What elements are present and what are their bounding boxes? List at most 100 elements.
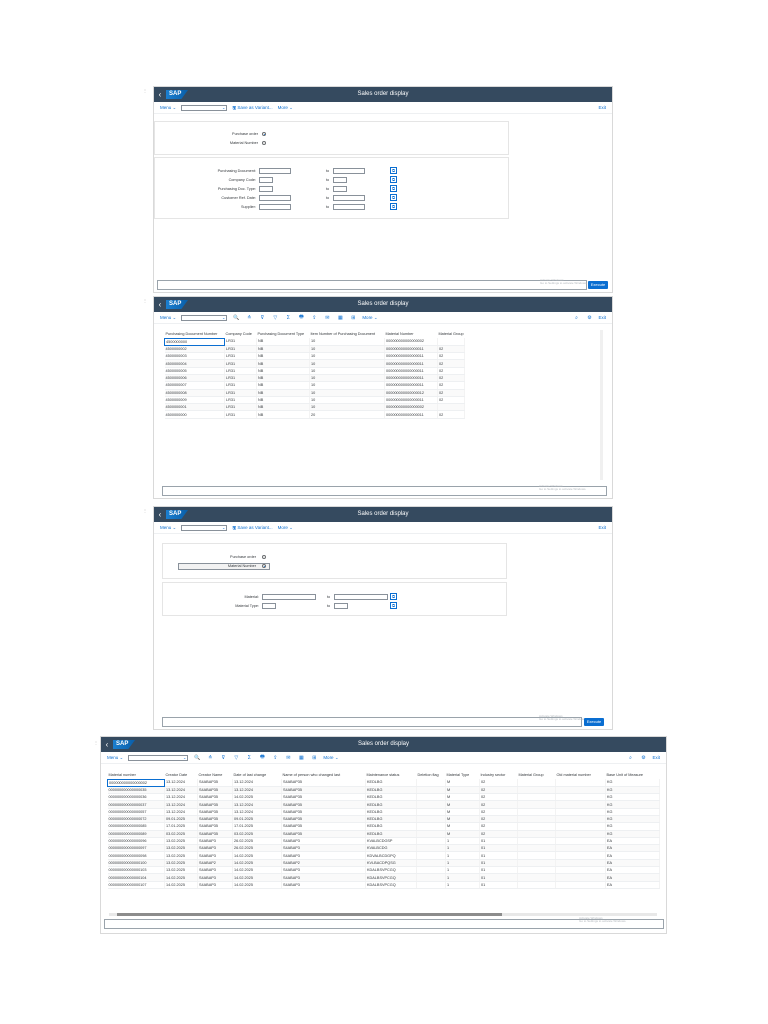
- grid-icon[interactable]: ⊞: [349, 315, 357, 321]
- table-cell[interactable]: 000000000000000037: [107, 800, 165, 809]
- table-cell[interactable]: S4ABAP3: [281, 844, 366, 853]
- sort-ascending-icon[interactable]: ≙: [206, 755, 214, 761]
- table-cell[interactable]: 02: [437, 359, 465, 368]
- table-row[interactable]: 4500000004 LR31 NB 10 000000000000000011 02: [164, 359, 465, 368]
- table-row[interactable]: 000000000000000057 13.12.2024 S4ABAP35 13.1…: [107, 808, 660, 817]
- exit-button[interactable]: Exit: [598, 525, 606, 530]
- material-type-to[interactable]: [334, 603, 348, 609]
- table-cell[interactable]: [555, 808, 606, 817]
- table-cell[interactable]: 000000000000000089: [107, 830, 165, 838]
- column-header[interactable]: Old material number: [556, 771, 606, 779]
- table-row[interactable]: 4500000009 LR31 NB 10 000000000000000011 02: [164, 396, 465, 405]
- table-row[interactable]: 000000000000000096 13.02.2025 S4ABAP3 26.02…: [107, 837, 660, 846]
- table-cell[interactable]: 000000000000000097: [107, 844, 165, 853]
- table-cell[interactable]: [555, 837, 606, 846]
- exit-button[interactable]: Exit: [652, 755, 660, 760]
- print-icon[interactable]: 🖶: [258, 754, 266, 762]
- table-cell[interactable]: 14.02.2025: [232, 859, 282, 868]
- sum-icon[interactable]: Σ: [245, 755, 253, 761]
- table-row[interactable]: 4500000000 LR31 NB 10 000000000000000002: [164, 337, 465, 346]
- table-cell[interactable]: [555, 786, 606, 795]
- table-cell[interactable]: KG: [605, 815, 660, 824]
- table-row[interactable]: 000000000000000037 13.12.2024 S4ABAP35 13.1…: [107, 800, 660, 809]
- table-cell[interactable]: S4ABAP3: [197, 881, 233, 889]
- table-cell[interactable]: S4ABAP35: [281, 786, 366, 795]
- table-cell[interactable]: 02: [479, 793, 518, 802]
- mail-icon[interactable]: ✉: [323, 315, 331, 321]
- table-cell[interactable]: S4ABAP35: [281, 800, 366, 809]
- customer-ref-date-to[interactable]: [333, 195, 365, 201]
- table-cell[interactable]: [517, 786, 556, 795]
- more-button[interactable]: More ⌄: [362, 315, 377, 321]
- table-cell[interactable]: S4ABAP35: [197, 830, 233, 838]
- table-cell[interactable]: S4ABAP35: [281, 830, 366, 838]
- table-cell[interactable]: [416, 786, 446, 795]
- table-cell[interactable]: S4ABAP3: [197, 844, 233, 853]
- table-cell[interactable]: KVALBCDGSP: [365, 837, 417, 846]
- table-cell[interactable]: 1: [445, 859, 480, 868]
- execute-button[interactable]: Execute: [584, 718, 604, 726]
- table-cell[interactable]: [517, 859, 556, 868]
- radio-purchase-order[interactable]: [262, 132, 266, 136]
- table-row[interactable]: 4500000003 LR31 NB 10 000000000000000011 02: [164, 352, 465, 361]
- find-icon[interactable]: 🔍: [232, 315, 240, 321]
- layout-dropdown[interactable]: ⌄: [181, 314, 228, 321]
- table-cell[interactable]: S4ABAP35: [197, 800, 233, 809]
- horizontal-scrollbar[interactable]: [109, 913, 657, 916]
- table-cell[interactable]: 02: [479, 815, 518, 824]
- search-icon[interactable]: ⌕: [572, 315, 580, 321]
- table-cell[interactable]: 26.02.2025: [232, 837, 282, 846]
- table-cell[interactable]: M: [445, 830, 480, 838]
- table-cell[interactable]: 1: [445, 844, 480, 853]
- table-cell[interactable]: KG: [605, 800, 660, 809]
- table-cell[interactable]: 01: [479, 859, 518, 868]
- table-cell[interactable]: S4ABAP2: [281, 859, 366, 868]
- purchasing-document-to[interactable]: [333, 168, 365, 174]
- table-cell[interactable]: 000000000000000104: [107, 873, 165, 882]
- table-cell[interactable]: [517, 837, 556, 846]
- table-cell[interactable]: 000000000000000057: [107, 808, 165, 817]
- table-cell[interactable]: [517, 866, 556, 875]
- table-cell[interactable]: S4ABAP3: [197, 851, 233, 860]
- table-cell[interactable]: 02: [437, 367, 465, 376]
- table-cell[interactable]: [416, 793, 446, 802]
- table-row[interactable]: 000000000000000097 13.02.2025 S4ABAP3 26.02…: [107, 844, 660, 853]
- multiple-selection-icon[interactable]: ⧉: [390, 203, 397, 210]
- table-cell[interactable]: NB: [256, 367, 310, 376]
- table-cell[interactable]: 4500000004: [164, 359, 225, 368]
- table-cell[interactable]: [416, 800, 446, 809]
- table-cell[interactable]: 4500000000: [164, 337, 225, 346]
- table-cell[interactable]: KG: [605, 793, 660, 802]
- column-header[interactable]: Material Group: [518, 771, 556, 779]
- table-cell[interactable]: 000000000000000107: [107, 881, 165, 889]
- table-cell[interactable]: 000000000000000011: [384, 359, 438, 368]
- table-cell[interactable]: NB: [256, 352, 310, 361]
- execute-button[interactable]: Execute: [588, 281, 608, 289]
- vertical-scrollbar[interactable]: [600, 330, 603, 480]
- table-cell[interactable]: [555, 800, 606, 809]
- table-cell[interactable]: S4ABAP2: [197, 859, 233, 868]
- table-cell[interactable]: 02: [437, 352, 465, 361]
- table-cell[interactable]: M: [445, 815, 480, 824]
- table-cell[interactable]: 000000000000000085: [107, 822, 165, 831]
- menu-button[interactable]: Menu ⌄: [107, 755, 123, 761]
- table-cell[interactable]: 09.01.2025: [164, 815, 198, 824]
- table-cell[interactable]: KEDLBG: [365, 779, 417, 787]
- table-row[interactable]: 000000000000000002 13.12.2024 S4ABAP35 13.1…: [107, 778, 660, 787]
- column-header[interactable]: Material Group: [438, 330, 465, 338]
- table-cell[interactable]: KEDLBG: [365, 786, 417, 795]
- column-header[interactable]: Deletion flag: [417, 771, 446, 779]
- table-cell[interactable]: NB: [256, 345, 310, 354]
- table-cell[interactable]: [517, 808, 556, 817]
- table-cell[interactable]: 02: [479, 779, 518, 787]
- save-variant-button[interactable]: 🖫 Save as Variant...: [232, 104, 272, 112]
- table-cell[interactable]: 03.02.2025: [232, 830, 282, 838]
- table-row[interactable]: 000000000000000036 13.12.2024 S4ABAP35 14.0…: [107, 793, 660, 802]
- table-row[interactable]: 000000000000000085 17.01.2025 S4ABAP35 17.0…: [107, 822, 660, 831]
- print-icon[interactable]: 🖶: [297, 314, 305, 322]
- table-cell[interactable]: 02: [437, 345, 465, 354]
- purchasing-document-from[interactable]: [259, 168, 291, 174]
- table-cell[interactable]: [555, 822, 606, 831]
- table-cell[interactable]: S4ABAP35: [197, 779, 233, 787]
- column-header[interactable]: Purchasing Document Number: [165, 330, 225, 338]
